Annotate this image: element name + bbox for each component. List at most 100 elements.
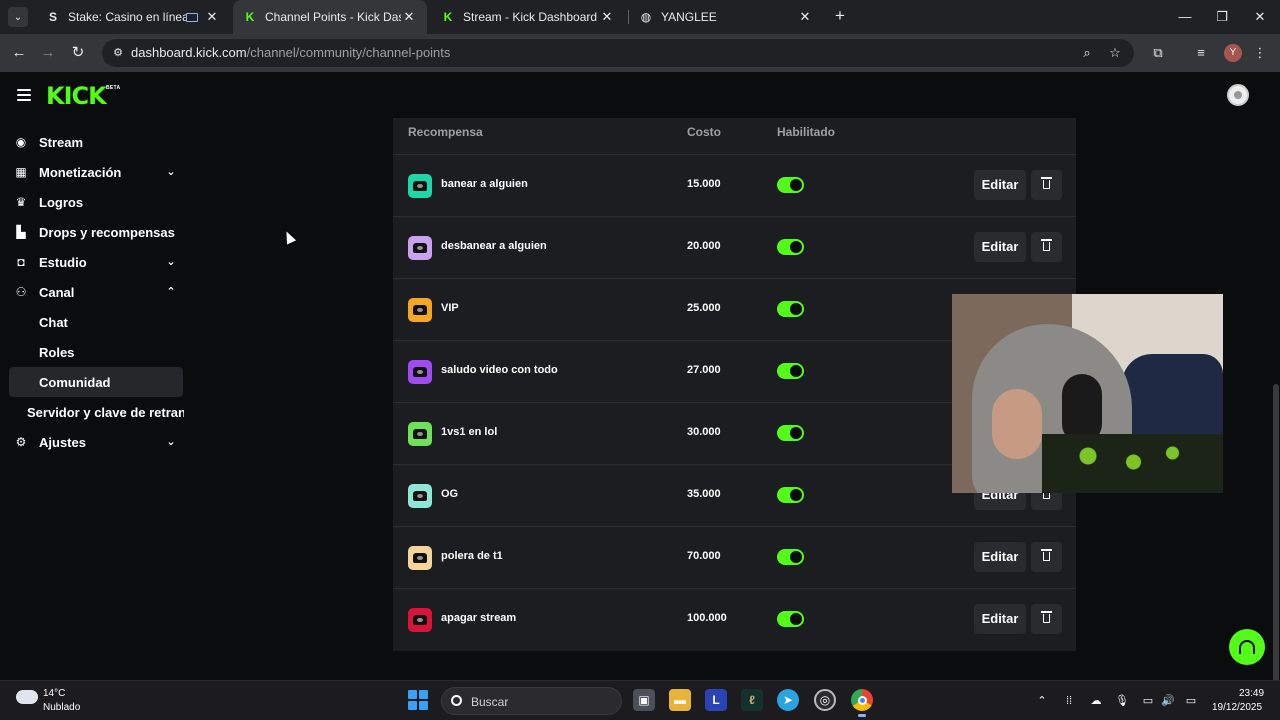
task-view-icon[interactable]: ▣ — [633, 689, 655, 711]
enabled-toggle[interactable] — [777, 301, 804, 317]
sidebar-item-label: Drops y recompensas — [39, 224, 175, 240]
url-text[interactable]: dashboard.kick.com/channel/community/cha… — [131, 45, 450, 60]
sidebar-item-roles[interactable]: Roles — [0, 337, 192, 367]
sidebar-item-ajustes[interactable]: ⚙ Ajustes ⌄ — [0, 427, 192, 457]
enabled-toggle[interactable] — [777, 177, 804, 193]
forward-arrow-icon[interactable]: → — [37, 42, 59, 64]
close-tab-icon[interactable]: ✕ — [401, 9, 417, 25]
site-info-icon[interactable]: ⚙ — [110, 45, 126, 61]
browser-tab-active[interactable]: K Channel Points - Kick Dashboard ✕ — [233, 0, 427, 34]
reward-icon — [408, 360, 432, 384]
windows-start-icon[interactable] — [408, 690, 428, 710]
microphone-icon[interactable]: 🎙 — [1114, 693, 1130, 709]
bookmark-star-icon[interactable]: ☆ — [1106, 44, 1124, 62]
reward-cost: 25.000 — [687, 302, 721, 314]
minimize-window-icon[interactable]: — — [1165, 0, 1205, 34]
new-tab-plus-icon[interactable]: + — [830, 6, 850, 26]
enabled-toggle[interactable] — [777, 611, 804, 627]
browser-tab[interactable]: S Stake: Casino en línea y Apuestas ✕ — [36, 0, 230, 34]
tab-title: Stream - Kick Dashboard — [463, 10, 598, 24]
reward-cost: 100.000 — [687, 612, 727, 624]
close-tab-icon[interactable]: ✕ — [204, 9, 220, 25]
sidebar-item-canal[interactable]: ⚇ Canal ⌃ — [0, 277, 192, 307]
zoom-icon[interactable]: ⌕ — [1078, 44, 1096, 62]
kick-logo[interactable]: KICK — [46, 82, 107, 110]
volume-icon[interactable]: 🔊 — [1160, 693, 1176, 709]
edit-reward-button[interactable]: Editar — [974, 232, 1026, 262]
delete-reward-button[interactable] — [1031, 170, 1062, 200]
extensions-puzzle-icon[interactable]: ⧉ — [1148, 43, 1168, 63]
telegram-icon[interactable]: ➤ — [777, 689, 799, 711]
show-hidden-icons-chevron-icon[interactable]: ⌃ — [1034, 693, 1050, 709]
cloud-weather-icon[interactable] — [16, 690, 38, 704]
column-header-enabled: Habilitado — [777, 125, 836, 139]
sidebar-item-monetizacion[interactable]: ▦ Monetización ⌄ — [0, 157, 192, 187]
sidebar-item-drops[interactable]: ▙ Drops y recompensas — [0, 217, 192, 247]
weather-temperature[interactable]: 14°C — [43, 688, 65, 699]
column-header-reward: Recompensa — [408, 125, 483, 139]
browser-menu-icon[interactable]: ⋮ — [1250, 43, 1270, 63]
enabled-toggle[interactable] — [777, 239, 804, 255]
delete-reward-button[interactable] — [1031, 542, 1062, 572]
tab-title: YANGLEE — [661, 10, 717, 24]
edit-reward-button[interactable]: Editar — [974, 170, 1026, 200]
sidebar-item-chat[interactable]: Chat — [0, 307, 192, 337]
onedrive-cloud-icon[interactable]: ☁ — [1088, 693, 1104, 709]
browser-profile-avatar[interactable]: Y — [1224, 44, 1242, 62]
enabled-toggle[interactable] — [777, 549, 804, 565]
support-chat-button[interactable] — [1229, 629, 1265, 665]
battery-icon[interactable]: ▭ — [1183, 693, 1199, 709]
sidebar-item-servidor[interactable]: Servidor y clave de retransmisión — [0, 397, 192, 427]
reward-cost: 15.000 — [687, 178, 721, 190]
file-explorer-icon[interactable]: ▬ — [669, 689, 691, 711]
delete-reward-button[interactable] — [1031, 232, 1062, 262]
media-controls-icon[interactable]: ≡ — [1191, 43, 1211, 63]
tab-search-button[interactable]: ⌄ — [8, 7, 28, 27]
network-icon[interactable]: ▭ — [1140, 693, 1156, 709]
browser-toolbar: ← → ↻ ⚙ dashboard.kick.com/channel/commu… — [0, 34, 1280, 72]
page-scrollbar[interactable] — [1270, 72, 1280, 720]
scrollbar-thumb[interactable] — [1273, 384, 1279, 720]
cast-icon — [186, 12, 198, 22]
clock-date[interactable]: 19/12/2025 — [1212, 702, 1262, 713]
user-avatar[interactable] — [1227, 84, 1249, 106]
enabled-toggle[interactable] — [777, 363, 804, 379]
enabled-toggle[interactable] — [777, 487, 804, 503]
restore-window-icon[interactable]: ❐ — [1202, 0, 1242, 34]
edit-reward-button[interactable]: Editar — [974, 604, 1026, 634]
sidebar-item-label: Comunidad — [39, 374, 111, 390]
close-tab-icon[interactable]: ✕ — [797, 9, 813, 25]
clock-time[interactable]: 23:49 — [1239, 688, 1264, 699]
app-l-icon[interactable]: L — [705, 689, 727, 711]
sidebar-item-comunidad[interactable]: Comunidad — [9, 367, 183, 397]
browser-tab[interactable]: ◍ YANGLEE ✕ — [629, 0, 823, 34]
sidebar-nav: ◉ Stream ▦ Monetización ⌄ ♛ Logros ▙ Dro… — [0, 127, 192, 457]
edit-reward-button[interactable]: Editar — [974, 542, 1026, 572]
sidebar-item-stream[interactable]: ◉ Stream — [0, 127, 192, 157]
trash-icon — [1041, 177, 1052, 189]
tray-app-grid-icon[interactable]: ⁞⁞ — [1061, 693, 1077, 709]
table-row: polera de t1 70.000 Editar — [393, 527, 1076, 589]
hamburger-menu-icon[interactable] — [17, 89, 31, 101]
enabled-toggle[interactable] — [777, 425, 804, 441]
reward-name: apagar stream — [441, 612, 517, 624]
column-header-cost: Costo — [687, 125, 721, 139]
delete-reward-button[interactable] — [1031, 604, 1062, 634]
address-bar[interactable]: ⚙ dashboard.kick.com/channel/community/c… — [102, 39, 1134, 67]
sidebar-item-logros[interactable]: ♛ Logros — [0, 187, 192, 217]
taskbar-search[interactable]: Buscar — [441, 687, 622, 715]
reward-name: saludo video con todo — [441, 364, 558, 376]
gift-icon: ▙ — [16, 225, 26, 239]
back-arrow-icon[interactable]: ← — [8, 42, 30, 64]
close-tab-icon[interactable]: ✕ — [599, 9, 615, 25]
sidebar-item-estudio[interactable]: ◘ Estudio ⌄ — [0, 247, 192, 277]
browser-tab[interactable]: K Stream - Kick Dashboard ✕ — [431, 0, 625, 34]
sidebar-item-label: Ajustes — [39, 434, 86, 450]
league-of-legends-icon[interactable]: ℓ — [741, 689, 763, 711]
close-window-icon[interactable]: ✕ — [1240, 0, 1280, 34]
weather-description[interactable]: Nublado — [43, 702, 80, 713]
reload-icon[interactable]: ↻ — [67, 42, 89, 64]
chrome-icon[interactable] — [851, 689, 873, 717]
obs-icon[interactable]: ◎ — [814, 689, 836, 711]
reward-cost: 20.000 — [687, 240, 721, 252]
